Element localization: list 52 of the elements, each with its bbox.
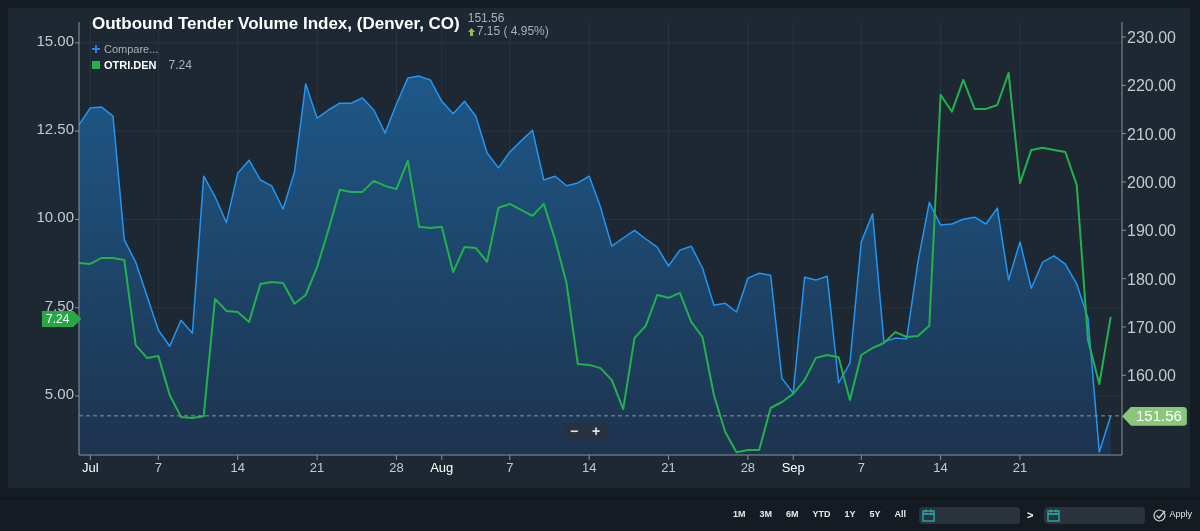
chart-title: Outbound Tender Volume Index, (Denver, CO) [92, 13, 460, 35]
axis-label: 7 [506, 460, 514, 475]
change-value: 7.15 ( 4.95%) [476, 25, 549, 38]
axis-label: Sep [781, 460, 805, 475]
axis-label: 190.00 [1127, 222, 1176, 240]
calendar-icon [922, 508, 936, 522]
axis-label: 14 [581, 460, 597, 475]
axis-label: 28 [389, 460, 404, 475]
compare-link[interactable]: Compare... [104, 40, 159, 58]
apply-button[interactable]: Apply [1153, 508, 1192, 522]
axis-label: 5.00 [44, 385, 74, 402]
axis-label: 21 [1012, 460, 1028, 475]
axis-label: Aug [430, 460, 454, 475]
axis-label: 180.00 [1127, 270, 1176, 288]
range-button[interactable]: 1Y [839, 505, 861, 525]
calendar-icon [1047, 508, 1061, 522]
value-tag: 151.56 [1122, 406, 1187, 426]
range-button[interactable]: YTD [807, 505, 836, 525]
axis-label: 14 [933, 460, 948, 475]
range-button[interactable]: 3M [754, 505, 777, 525]
legend-value: 7.24 [168, 57, 192, 74]
axis-label: 230.00 [1127, 29, 1176, 46]
axis-label: Jul [82, 460, 99, 475]
axis-label: 7 [154, 460, 162, 475]
zoom-button[interactable]: − [563, 423, 585, 440]
axis-label: 160.00 [1127, 367, 1176, 385]
axis-label: 10.00 [36, 208, 74, 226]
date-field[interactable] [919, 506, 1021, 524]
axis-label: 200.00 [1127, 173, 1176, 191]
check-circle-icon [1153, 508, 1167, 522]
plus-icon[interactable] [92, 45, 100, 53]
last-value: 151.56 [467, 12, 506, 25]
axis-label: 7 [857, 460, 865, 475]
axis-label: 170.00 [1127, 318, 1176, 336]
axis-label: 28 [740, 460, 756, 475]
range-button[interactable]: 5Y [864, 505, 886, 525]
axis-label: 21 [661, 460, 676, 475]
axis-label: 210.00 [1127, 125, 1176, 143]
legend-label: OTRI.DEN [104, 57, 157, 73]
range-separator: > [1026, 507, 1035, 523]
up-arrow-icon [467, 27, 475, 36]
axis-label: 14 [230, 460, 245, 475]
axis-label: 220.00 [1127, 77, 1176, 95]
axis-label: 21 [309, 460, 325, 475]
range-button[interactable]: All [889, 505, 912, 525]
range-button[interactable]: 1M [727, 505, 751, 525]
date-field[interactable] [1044, 506, 1146, 524]
axis-label: 12.50 [36, 120, 74, 138]
range-button[interactable]: 6M [781, 505, 804, 525]
zoom-button[interactable]: + [585, 423, 607, 440]
axis-label: 15.00 [36, 31, 74, 49]
value-tag: 7.24 [42, 310, 82, 327]
